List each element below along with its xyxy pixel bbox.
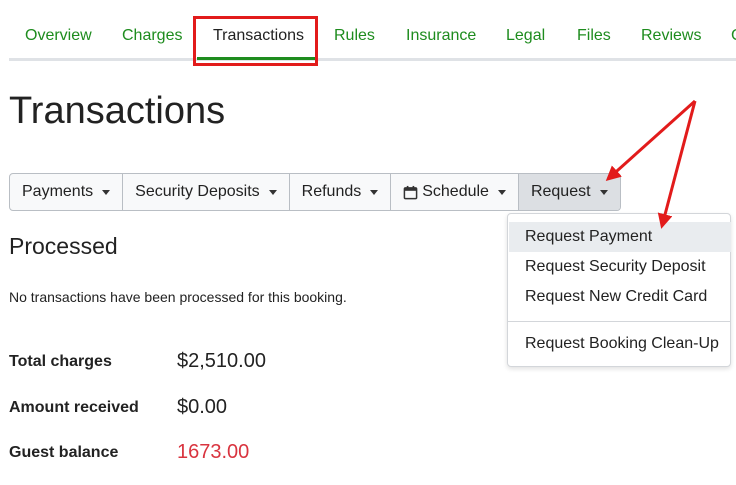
calendar-icon	[403, 185, 418, 199]
caret-down-icon	[102, 189, 111, 195]
caret-down-icon	[599, 189, 608, 195]
transactions-toolbar: Payments Security Deposits Refunds Sched…	[9, 173, 621, 211]
amount-received-label: Amount received	[9, 399, 139, 416]
request-label: Request	[530, 183, 591, 200]
guest-balance-label: Guest balance	[9, 444, 119, 461]
tab-insurance[interactable]: Insurance	[406, 27, 476, 45]
page-title: Transactions	[9, 90, 226, 132]
request-dropdown-button[interactable]: Request	[518, 174, 620, 210]
menu-item-request-new-credit-card[interactable]: Request New Credit Card	[509, 282, 731, 312]
total-charges-label: Total charges	[9, 353, 112, 370]
tab-charges[interactable]: Charges	[122, 27, 182, 45]
menu-item-request-booking-clean-up[interactable]: Request Booking Clean-Up	[509, 329, 731, 359]
annotation-arrow-to-request-button	[605, 99, 697, 182]
tab-rules[interactable]: Rules	[334, 27, 375, 45]
guest-balance-value: 1673.00	[177, 441, 250, 463]
menu-divider	[508, 321, 730, 322]
amount-received-value: $0.00	[177, 396, 228, 418]
tab-transactions[interactable]: Transactions	[213, 27, 304, 45]
processed-heading: Processed	[9, 233, 118, 259]
menu-item-request-security-deposit[interactable]: Request Security Deposit	[509, 252, 731, 282]
caret-down-icon	[268, 189, 277, 195]
payments-label: Payments	[22, 183, 94, 200]
tab-legal[interactable]: Legal	[506, 27, 545, 45]
caret-down-icon	[497, 189, 506, 195]
tab-bar: Overview Charges Transactions Rules Insu…	[0, 0, 736, 62]
tab-bar-divider	[9, 58, 736, 61]
no-transactions-message: No transactions have been processed for …	[9, 289, 347, 305]
annotation-arrow-to-request-payment	[657, 100, 697, 229]
refunds-label: Refunds	[301, 183, 362, 200]
tab-files[interactable]: Files	[577, 27, 611, 45]
active-tab-indicator	[197, 57, 318, 60]
security-deposits-label: Security Deposits	[135, 183, 260, 200]
refunds-dropdown-button[interactable]: Refunds	[290, 174, 392, 210]
security-deposits-dropdown-button[interactable]: Security Deposits	[123, 174, 290, 210]
schedule-dropdown-button[interactable]: Schedule	[391, 174, 519, 210]
payments-dropdown-button[interactable]: Payments	[10, 174, 124, 210]
tab-reviews[interactable]: Reviews	[641, 27, 701, 45]
request-dropdown-menu: Request Payment Request Security Deposit…	[507, 213, 731, 367]
menu-item-request-payment[interactable]: Request Payment	[509, 222, 731, 252]
caret-down-icon	[370, 189, 379, 195]
tab-overflow-partial[interactable]: C	[731, 27, 736, 45]
schedule-label: Schedule	[422, 183, 489, 200]
tab-overview[interactable]: Overview	[25, 27, 92, 45]
total-charges-value: $2,510.00	[177, 350, 266, 372]
